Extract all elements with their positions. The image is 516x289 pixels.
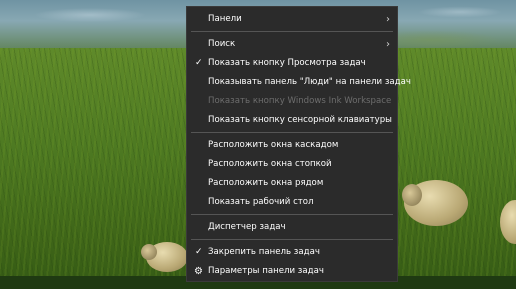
- menu-item-search[interactable]: Поиск ›: [187, 35, 397, 54]
- menu-item-stack-windows[interactable]: Расположить окна стопкой: [187, 155, 397, 174]
- menu-item-show-people[interactable]: Показывать панель "Люди" на панели задач: [187, 73, 411, 92]
- checkmark-icon: ✓: [195, 58, 203, 68]
- menu-item-show-ink-workspace: Показать кнопку Windows Ink Workspace: [187, 92, 397, 111]
- menu-item-label: Диспетчер задач: [208, 222, 286, 232]
- menu-separator: [191, 31, 393, 32]
- menu-item-show-touch-keyboard[interactable]: Показать кнопку сенсорной клавиатуры: [187, 111, 397, 130]
- wallpaper-gosling-left-head: [141, 244, 157, 260]
- menu-item-cascade-windows[interactable]: Расположить окна каскадом: [187, 136, 397, 155]
- menu-item-label: Поиск: [208, 39, 236, 49]
- chevron-right-icon: ›: [386, 39, 390, 50]
- menu-item-label: Расположить окна рядом: [208, 178, 324, 188]
- menu-item-label: Показывать панель "Люди" на панели задач: [208, 77, 411, 87]
- menu-item-task-manager[interactable]: Диспетчер задач: [187, 218, 397, 237]
- menu-separator: [191, 239, 393, 240]
- wallpaper-gosling-right-head: [402, 184, 422, 206]
- menu-item-show-desktop[interactable]: Показать рабочий стол: [187, 193, 397, 212]
- menu-item-label: Расположить окна стопкой: [208, 159, 332, 169]
- menu-item-show-task-view-button[interactable]: ✓ Показать кнопку Просмотра задач: [187, 54, 397, 73]
- menu-item-label: Закрепить панель задач: [208, 247, 320, 257]
- menu-item-label: Показать кнопку Просмотра задач: [208, 58, 366, 68]
- menu-item-side-by-side-windows[interactable]: Расположить окна рядом: [187, 174, 397, 193]
- menu-item-lock-taskbar[interactable]: ✓ Закрепить панель задач: [187, 243, 397, 262]
- menu-item-panels[interactable]: Панели ›: [187, 10, 397, 29]
- menu-separator: [191, 214, 393, 215]
- menu-item-taskbar-settings[interactable]: ⚙ Параметры панели задач: [187, 262, 397, 281]
- checkmark-icon: ✓: [195, 247, 203, 257]
- menu-item-label: Панели: [208, 14, 242, 24]
- menu-separator: [191, 132, 393, 133]
- menu-item-label: Показать кнопку Windows Ink Workspace: [208, 96, 392, 106]
- taskbar-context-menu: Панели › Поиск › ✓ Показать кнопку Просм…: [186, 6, 411, 282]
- desktop-background: Панели › Поиск › ✓ Показать кнопку Просм…: [0, 0, 516, 289]
- gear-icon: ⚙: [194, 266, 203, 277]
- menu-item-label: Показать кнопку сенсорной клавиатуры: [208, 115, 392, 125]
- chevron-right-icon: ›: [386, 14, 390, 25]
- menu-item-label: Параметры панели задач: [208, 266, 324, 276]
- menu-item-label: Расположить окна каскадом: [208, 140, 339, 150]
- menu-item-label: Показать рабочий стол: [208, 197, 314, 207]
